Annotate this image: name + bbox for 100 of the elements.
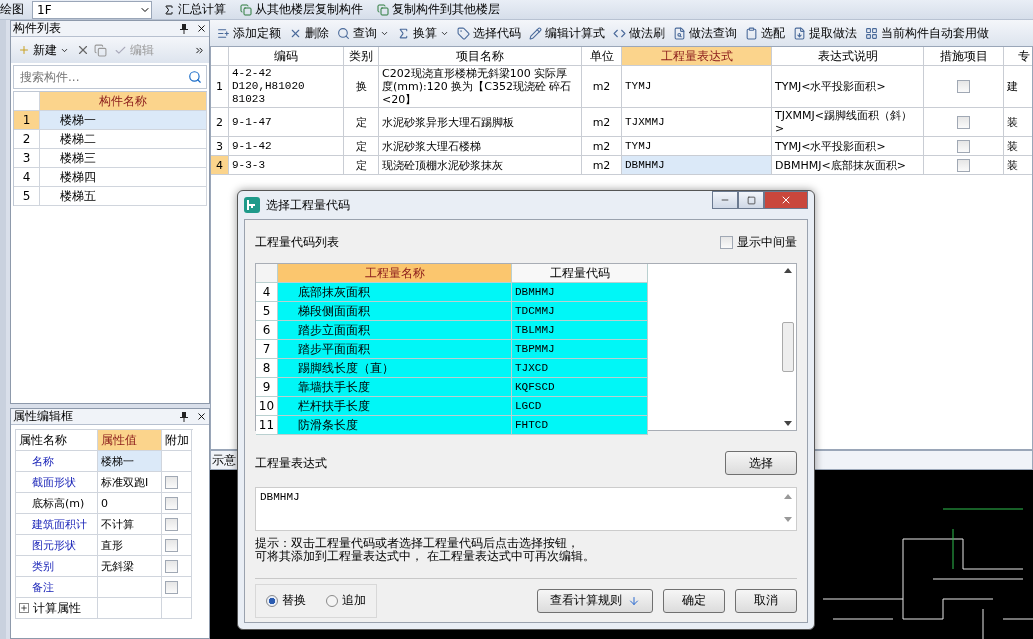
toolbar-button[interactable]: 选择代码: [454, 25, 524, 41]
scrollbar-thumb[interactable]: [782, 322, 794, 372]
quantity-name[interactable]: 踏步平面面积: [278, 340, 512, 359]
toolbar-button[interactable]: 添加定额: [214, 25, 284, 41]
quantity-code[interactable]: TBPMMJ: [512, 340, 648, 359]
property-value[interactable]: [98, 577, 162, 598]
table-cell: 9-1-42: [229, 137, 344, 156]
quantity-name[interactable]: 靠墙扶手长度: [278, 378, 512, 397]
toolbar-button[interactable]: 当前构件自动套用做: [862, 25, 992, 41]
toolbar-button[interactable]: 删除: [286, 25, 332, 41]
property-value[interactable]: 不计算: [98, 514, 162, 535]
table-cell[interactable]: TYMJ: [622, 66, 772, 108]
row-number: 11: [256, 416, 278, 435]
component-item[interactable]: 楼梯四: [40, 168, 207, 187]
checkbox[interactable]: [957, 80, 970, 93]
property-value[interactable]: 直形: [98, 535, 162, 556]
table-cell: 定: [344, 137, 379, 156]
row-number: 5: [14, 187, 40, 206]
toolbar-button[interactable]: 做法刷: [610, 25, 668, 41]
toolbar-button[interactable]: 编辑计算式: [526, 25, 608, 41]
select-button[interactable]: 选择: [725, 451, 797, 475]
mode-radio[interactable]: 追加: [326, 592, 366, 609]
search-box[interactable]: 搜索构件...: [13, 65, 207, 89]
checkbox[interactable]: [957, 139, 970, 153]
table-cell: 4-2-42 D120,H81020 81023: [229, 66, 344, 108]
quantity-name[interactable]: 底部抹灰面积: [278, 283, 512, 302]
ok-button[interactable]: 确定: [663, 588, 725, 613]
property-name: 截面形状: [16, 472, 98, 493]
table-cell: TYMJ<水平投影面积>: [772, 66, 924, 108]
checkbox[interactable]: [957, 115, 970, 129]
scroll-up-icon[interactable]: [784, 268, 792, 273]
component-item[interactable]: 楼梯一: [40, 111, 207, 130]
search-field[interactable]: 搜索构件...: [18, 69, 168, 85]
copy-icon[interactable]: [94, 43, 107, 57]
search-icon[interactable]: [188, 70, 202, 84]
table-cell[interactable]: DBMHMJ: [622, 156, 772, 175]
pin-icon[interactable]: [180, 411, 188, 422]
quantity-code[interactable]: KQFSCD: [512, 378, 648, 397]
quantity-name[interactable]: 踢脚线长度（直）: [278, 359, 512, 378]
rules-button[interactable]: 查看计算规则: [537, 588, 653, 613]
minimize-button[interactable]: [712, 191, 738, 209]
checkbox[interactable]: [165, 559, 178, 573]
property-value[interactable]: 无斜梁: [98, 556, 162, 577]
section-label: 工程量表达式: [255, 454, 327, 472]
new-button[interactable]: 新建: [15, 41, 72, 59]
toolbar-button[interactable]: 复制构件到其他楼层: [374, 1, 503, 18]
quantity-code[interactable]: TJXCD: [512, 359, 648, 378]
quantity-name[interactable]: 栏杆扶手长度: [278, 397, 512, 416]
quantity-code[interactable]: TBLMMJ: [512, 321, 648, 340]
quantity-name[interactable]: 防滑条长度: [278, 416, 512, 435]
row-number: 4: [14, 168, 40, 187]
pin-icon[interactable]: [180, 23, 188, 34]
table-cell[interactable]: TYMJ: [622, 137, 772, 156]
quantity-code[interactable]: FHTCD: [512, 416, 648, 435]
table-cell[interactable]: TJXMMJ: [622, 108, 772, 137]
delete-icon[interactable]: [76, 43, 90, 57]
component-item[interactable]: 楼梯五: [40, 187, 207, 206]
checkbox[interactable]: [165, 580, 178, 594]
component-item[interactable]: 楼梯三: [40, 149, 207, 168]
cancel-button[interactable]: 取消: [735, 588, 797, 613]
floor-select[interactable]: 1F: [32, 0, 152, 19]
component-item[interactable]: 楼梯二: [40, 130, 207, 149]
expand-icon[interactable]: [19, 603, 29, 613]
checkbox[interactable]: [165, 496, 178, 510]
quantity-code[interactable]: TDCMMJ: [512, 302, 648, 321]
toolbar-button[interactable]: 换算: [394, 25, 452, 41]
show-intermediate-checkbox[interactable]: 显示中间量: [720, 234, 797, 251]
table-cell: C202现浇直形楼梯无斜梁100 实际厚度(mm):120 换为【C352现浇砼 碎石<20】: [379, 66, 582, 108]
row-number: 4: [256, 283, 278, 302]
checkbox[interactable]: [165, 475, 178, 489]
quantity-name[interactable]: 梯段侧面面积: [278, 302, 512, 321]
quantity-code[interactable]: LGCD: [512, 397, 648, 416]
dialog-title: 选择工程量代码: [266, 196, 350, 214]
maximize-button[interactable]: [738, 191, 764, 209]
close-icon[interactable]: [196, 23, 207, 34]
toolbar-button[interactable]: 查询: [334, 25, 392, 41]
property-value[interactable]: 0: [98, 493, 162, 514]
property-value[interactable]: 标准双跑I: [98, 472, 162, 493]
table-cell: m2: [582, 156, 622, 175]
hint-text: 提示：双击工程量代码或者选择工程量代码后点击选择按钮， 可将其添加到工程量表达式中， 在工程量表达式中可再次编辑。: [255, 537, 596, 563]
column-header: 项目名称: [379, 47, 582, 66]
toolbar-button[interactable]: 汇总计算: [160, 1, 229, 18]
row-number: 1: [211, 66, 229, 108]
checkbox[interactable]: [957, 158, 970, 172]
toolbar-button[interactable]: 提取做法: [790, 25, 860, 41]
quantity-code[interactable]: DBMHMJ: [512, 283, 648, 302]
close-icon[interactable]: [196, 411, 207, 422]
toolbar-button[interactable]: 选配: [742, 25, 788, 41]
checkbox[interactable]: [165, 517, 178, 531]
checkbox[interactable]: [165, 538, 178, 552]
scroll-down-icon[interactable]: [784, 421, 792, 426]
group-row[interactable]: 计算属性: [16, 598, 98, 619]
expression-field[interactable]: DBMHMJ: [255, 487, 797, 531]
close-icon: [780, 194, 792, 206]
table-cell: 定: [344, 108, 379, 137]
property-value[interactable]: 楼梯一: [98, 451, 162, 472]
quantity-name[interactable]: 踏步立面面积: [278, 321, 512, 340]
toolbar-button[interactable]: 做法查询: [670, 25, 740, 41]
toolbar-button[interactable]: 从其他楼层复制构件: [237, 1, 366, 18]
mode-radio[interactable]: 替换: [266, 592, 306, 609]
